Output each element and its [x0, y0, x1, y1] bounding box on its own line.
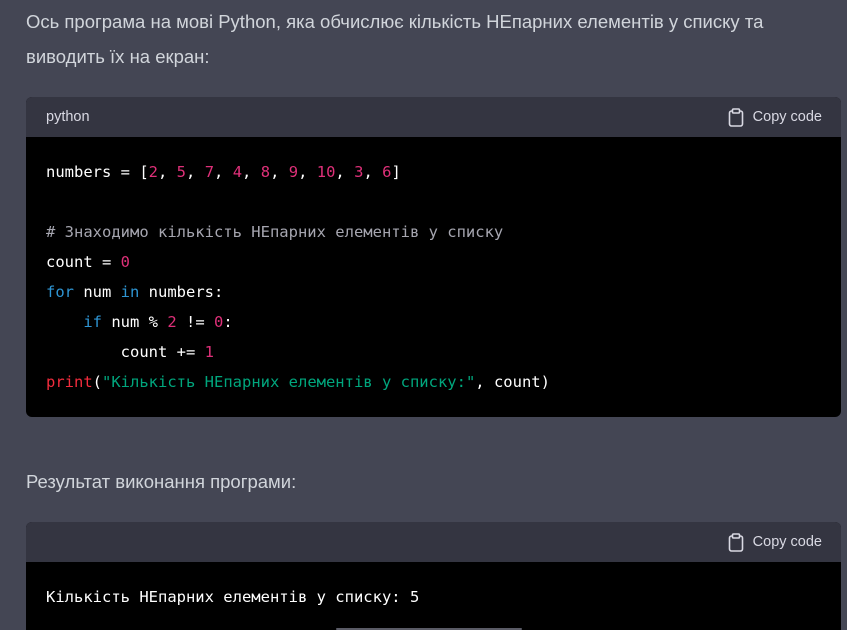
code-line: # Знаходимо кількість НЕпарних елементів…: [46, 217, 821, 247]
code-block-python: python Copy code numbers = [2, 5, 7, 4, …: [26, 97, 841, 417]
code-line: if num % 2 != 0:: [46, 307, 821, 337]
code-token: ]: [391, 163, 401, 181]
code-token: num %: [102, 313, 168, 331]
code-token: :: [223, 313, 233, 331]
code-token: 7: [204, 163, 215, 181]
code-line: Кількість НЕпарних елементів у списку: 5: [46, 582, 821, 612]
code-token: print: [46, 373, 93, 391]
code-token: 2: [167, 313, 177, 331]
code-block-output: Copy code Кількість НЕпарних елементів у…: [26, 522, 841, 630]
code-token: , count): [475, 373, 550, 391]
code-block-header: Copy code: [26, 522, 841, 562]
code-content: numbers = [2, 5, 7, 4, 8, 9, 10, 3, 6] #…: [26, 137, 841, 397]
code-token: ,: [298, 163, 317, 181]
code-line: count = 0: [46, 247, 821, 277]
code-token: "Кількість НЕпарних елементів у списку:": [102, 373, 476, 391]
code-line: for num in numbers:: [46, 277, 821, 307]
code-token: 10: [316, 163, 336, 181]
code-token: count =: [46, 253, 121, 271]
code-token: if: [83, 313, 102, 331]
code-line: numbers = [2, 5, 7, 4, 8, 9, 10, 3, 6]: [46, 157, 821, 187]
copy-code-button[interactable]: Copy code: [728, 532, 822, 552]
clipboard-icon: [728, 532, 743, 552]
code-token: 8: [260, 163, 271, 181]
code-token: # Знаходимо кількість НЕпарних елементів…: [46, 223, 504, 241]
intro-paragraph: Ось програма на мові Python, яка обчислю…: [26, 11, 764, 67]
code-token: ,: [335, 163, 355, 181]
code-token: numbers = [: [46, 163, 149, 181]
code-line: count += 1: [46, 337, 821, 367]
copy-code-button[interactable]: Copy code: [728, 107, 822, 127]
code-token: 5: [176, 163, 187, 181]
code-token: Кількість НЕпарних елементів у списку: 5: [46, 588, 420, 606]
code-token: 1: [204, 343, 214, 361]
code-token: in: [120, 283, 140, 301]
code-token: ,: [158, 163, 177, 181]
code-token: num: [74, 283, 121, 301]
code-line: print("Кількість НЕпарних елементів у сп…: [46, 367, 821, 397]
code-language-label: python: [46, 109, 90, 125]
code-token: 0: [120, 253, 130, 271]
code-token: ,: [363, 163, 383, 181]
code-block-header: python Copy code: [26, 97, 841, 137]
code-token: 4: [232, 163, 243, 181]
code-token: ,: [214, 163, 233, 181]
code-token: !=: [176, 313, 214, 331]
code-token: 9: [288, 163, 299, 181]
copy-code-label: Copy code: [752, 534, 822, 550]
code-token: count +=: [46, 343, 205, 361]
copy-code-label: Copy code: [752, 109, 822, 125]
code-token: (: [92, 373, 103, 391]
code-content: Кількість НЕпарних елементів у списку: 5: [26, 562, 841, 612]
code-token: 0: [214, 313, 224, 331]
code-token: numbers:: [139, 283, 224, 301]
clipboard-icon: [728, 107, 743, 127]
code-token: for: [46, 283, 74, 301]
code-token: ,: [270, 163, 289, 181]
code-token: ,: [242, 163, 261, 181]
code-token: ,: [186, 163, 205, 181]
result-paragraph: Результат виконання програми:: [26, 471, 297, 492]
code-token: 2: [148, 163, 158, 181]
